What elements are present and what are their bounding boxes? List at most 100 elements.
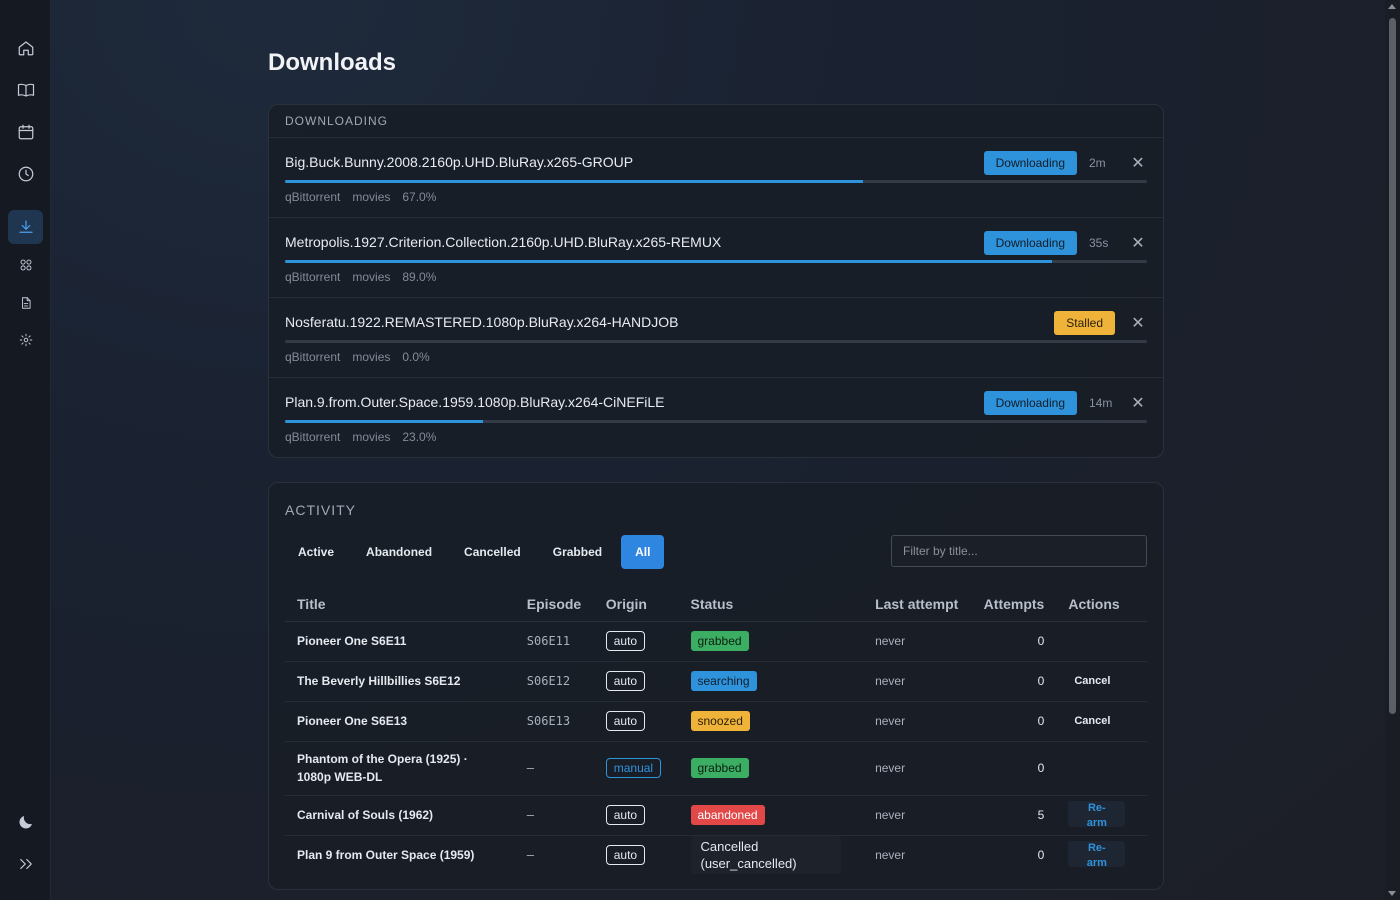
row-episode: —	[514, 741, 594, 796]
column-title[interactable]: Title	[285, 587, 515, 622]
progress-fill	[285, 420, 484, 423]
row-episode: —	[526, 848, 534, 863]
download-meta: qBittorrent movies 0.0%	[285, 350, 430, 364]
download-client: qBittorrent	[285, 430, 341, 444]
download-eta: 2m	[1089, 156, 1106, 170]
origin-badge: auto	[605, 671, 646, 691]
tab-all[interactable]: All	[621, 535, 665, 569]
download-meta: qBittorrent movies 89.0%	[285, 270, 436, 284]
row-status-cell: snoozed	[678, 701, 864, 742]
close-icon[interactable]: ✕	[1129, 153, 1147, 173]
rearm-label-line1: Re-	[1087, 802, 1106, 814]
apps-icon[interactable]	[8, 248, 43, 282]
download-name: Metropolis.1927.Criterion.Collection.216…	[285, 234, 722, 250]
row-status-cell: Cancelled (user_cancelled)	[679, 835, 864, 875]
row-status-cell: searching	[678, 661, 864, 702]
download-client: qBittorrent	[285, 190, 341, 204]
row-episode: —	[514, 795, 594, 836]
status-badge: Downloading	[983, 391, 1077, 415]
status-badge: Downloading	[983, 231, 1077, 255]
status-badge: grabbed	[690, 758, 749, 778]
close-icon[interactable]: ✕	[1129, 393, 1147, 413]
download-meta: qBittorrent movies 23.0%	[285, 430, 436, 444]
progress-fill	[285, 260, 1053, 263]
calendar-icon[interactable]	[8, 115, 43, 149]
filter-input[interactable]	[891, 535, 1147, 567]
download-category: movies	[352, 350, 391, 364]
tab-grabbed[interactable]: Grabbed	[540, 535, 615, 569]
download-list: Big.Buck.Bunny.2008.2160p.UHD.BluRay.x26…	[269, 138, 1163, 458]
download-icon[interactable]	[8, 210, 43, 244]
row-title: Pioneer One S6E13	[285, 701, 515, 742]
progress-bar	[285, 180, 1147, 183]
row-origin-cell: auto	[594, 835, 679, 875]
table-row: Phantom of the Opera (1925) · 1080p WEB-…	[285, 741, 1147, 796]
download-client: qBittorrent	[285, 350, 341, 364]
cancel-button[interactable]: Cancel	[1068, 671, 1116, 691]
row-attempts: 5	[971, 795, 1057, 836]
column-attempts[interactable]: Attempts	[971, 587, 1057, 622]
row-title: Plan 9 from Outer Space (1959)	[297, 848, 475, 863]
download-eta: 35s	[1089, 236, 1109, 250]
row-title: Pioneer One S6E11	[285, 621, 515, 662]
book-icon[interactable]	[8, 73, 43, 107]
column-last-attempt[interactable]: Last attempt	[863, 587, 972, 622]
download-item: Nosferatu.1922.REMASTERED.1080p.BluRay.x…	[269, 298, 1163, 378]
moon-icon[interactable]	[8, 805, 43, 839]
page-scrollbar[interactable]	[1385, 0, 1400, 900]
status-badge: grabbed	[690, 631, 749, 651]
download-name: Nosferatu.1922.REMASTERED.1080p.BluRay.x…	[285, 314, 679, 330]
home-icon[interactable]	[8, 31, 43, 65]
activity-table-body: Pioneer One S6E11 S06E11 auto grabbed never 0…	[285, 621, 1147, 875]
download-meta: qBittorrent movies 67.0%	[285, 190, 436, 204]
close-icon[interactable]: ✕	[1129, 313, 1147, 333]
row-episode: S06E12	[514, 661, 594, 702]
scroll-thumb[interactable]	[1389, 18, 1396, 714]
download-eta: 14m	[1089, 396, 1113, 410]
download-status-group: Downloading 35s ✕	[983, 231, 1147, 255]
cancel-button[interactable]: Cancel	[1068, 711, 1116, 731]
column-origin[interactable]: Origin	[593, 587, 679, 622]
download-progress-label: 23.0%	[402, 430, 437, 444]
tab-active[interactable]: Active	[285, 535, 347, 569]
row-title: The Beverly Hillbillies S6E12	[285, 661, 515, 702]
origin-badge: manual	[605, 758, 662, 778]
tab-cancelled[interactable]: Cancelled	[451, 535, 534, 569]
tab-abandoned[interactable]: Abandoned	[353, 535, 445, 569]
row-origin-cell: manual	[593, 741, 679, 796]
expand-icon[interactable]	[8, 847, 43, 881]
clock-icon[interactable]	[8, 157, 43, 191]
status-badge: Cancelled (user_cancelled)	[690, 836, 841, 875]
download-client: qBittorrent	[285, 270, 341, 284]
row-last-attempt: never	[863, 795, 972, 836]
document-icon[interactable]	[8, 286, 43, 320]
gear-icon[interactable]	[8, 323, 43, 357]
activity-table: Title Episode Origin Status Last attempt…	[285, 587, 1147, 875]
row-origin-cell: auto	[593, 661, 679, 702]
row-last-attempt: never	[863, 701, 972, 742]
progress-fill	[285, 180, 863, 183]
rearm-button[interactable]: Re-arm	[1068, 801, 1126, 829]
row-actions-cell: Re-arm	[1056, 795, 1147, 836]
origin-badge: auto	[605, 711, 646, 731]
column-episode[interactable]: Episode	[514, 587, 594, 622]
rearm-button[interactable]: Re-arm	[1068, 841, 1126, 869]
row-actions-cell	[1056, 621, 1147, 662]
column-actions: Actions	[1056, 587, 1147, 622]
scroll-down-arrow-icon[interactable]	[1388, 891, 1396, 896]
download-status-group: Downloading 2m ✕	[983, 151, 1147, 175]
table-row: The Beverly Hillbillies S6E12 S06E12 auto s…	[285, 661, 1147, 702]
row-actions-cell: Cancel	[1056, 661, 1147, 702]
download-category: movies	[352, 190, 391, 204]
column-status[interactable]: Status	[678, 587, 864, 622]
row-origin-cell: auto	[593, 795, 679, 836]
sidebar	[0, 0, 51, 900]
row-status-cell: abandoned	[678, 795, 864, 836]
download-item: Big.Buck.Bunny.2008.2160p.UHD.BluRay.x26…	[269, 138, 1163, 218]
row-title: Carnival of Souls (1962)	[285, 795, 515, 836]
rearm-label-line2: arm	[1086, 857, 1107, 870]
download-status-group: Stalled ✕	[1054, 311, 1147, 335]
close-icon[interactable]: ✕	[1129, 233, 1147, 253]
progress-bar	[285, 260, 1147, 263]
scroll-up-arrow-icon[interactable]	[1388, 4, 1396, 9]
